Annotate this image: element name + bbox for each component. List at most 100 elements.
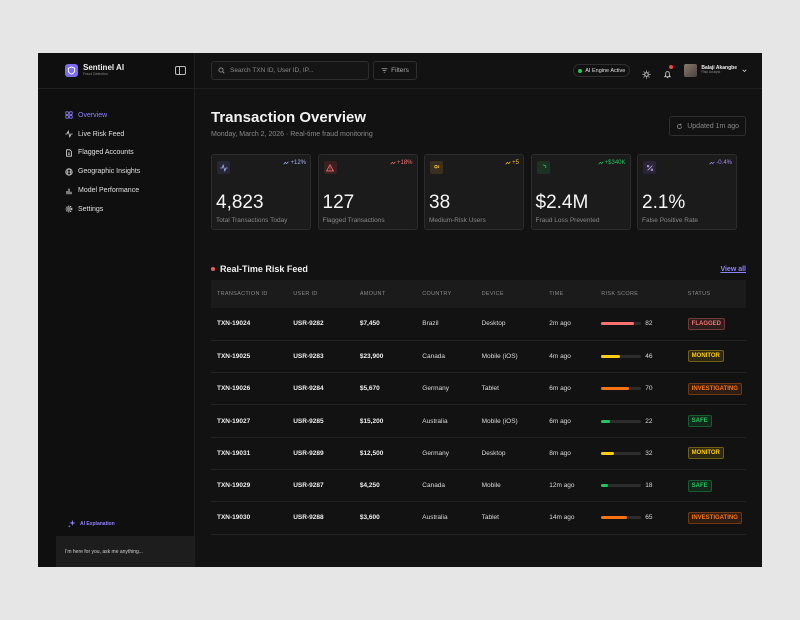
status-badge[interactable]: MONITOR — [687, 350, 724, 363]
bar-chart-icon — [66, 188, 72, 194]
ai-explanation-button[interactable]: AI Explanation — [67, 519, 115, 528]
cell-transaction-id[interactable]: TXN-19029 — [211, 469, 294, 503]
kpi-delta-value: +$340K — [604, 160, 626, 166]
cell-amount: $23,900 — [359, 340, 423, 374]
filters-button[interactable]: Filters — [373, 61, 417, 80]
chat-input[interactable]: I'm here for you, ask me anything... — [56, 536, 194, 567]
column-header[interactable]: STATUS — [687, 280, 746, 308]
cell-risk-score: 82 — [601, 308, 688, 341]
sidebar-item-label: Model Performance — [78, 187, 140, 195]
cell-device: Tablet — [481, 372, 550, 406]
column-header[interactable]: DEVICE — [481, 280, 550, 308]
kpi-icon-badge — [217, 161, 230, 174]
table-row[interactable]: TXN-19031 USR-9289 $12,500 Germany Desktop 8m… — [211, 437, 746, 470]
users-icon — [433, 164, 441, 172]
risk-score-fill — [601, 322, 635, 326]
cell-user-id[interactable]: USR-9287 — [293, 469, 360, 503]
risk-score-value: 46 — [645, 352, 653, 360]
trend-icon — [709, 161, 715, 165]
trend-icon — [505, 161, 511, 165]
column-header[interactable]: TRANSACTION ID — [211, 280, 294, 308]
sidebar-item-geographic-insights[interactable]: Geographic Insights — [65, 162, 194, 181]
table-row[interactable]: TXN-19024 USR-9282 $7,450 Brazil Desktop 2m a… — [211, 308, 746, 341]
table-row[interactable]: TXN-19026 USR-9284 $5,670 Germany Tablet 6m a… — [211, 372, 746, 406]
kpi-card[interactable]: +5 38 Medium-Risk Users — [424, 154, 524, 230]
kpi-card[interactable]: +12% 4,823 Total Transactions Today — [211, 154, 311, 230]
risk-score-value: 65 — [645, 514, 653, 522]
cell-amount: $12,500 — [359, 437, 423, 470]
table-row[interactable]: TXN-19025 USR-9283 $23,900 Canada Mobile (iO… — [211, 340, 746, 374]
kpi-card[interactable]: +$340K $2.4M Fraud Loss Prevented — [530, 154, 631, 230]
status-dot-icon — [578, 68, 583, 73]
cell-country: Australia — [422, 501, 482, 535]
cell-risk-score: 22 — [601, 404, 688, 438]
sidebar-collapse-icon[interactable] — [175, 66, 186, 75]
status-badge[interactable]: SAFE — [687, 479, 712, 492]
cell-transaction-id[interactable]: TXN-19027 — [211, 404, 294, 438]
theme-toggle-button[interactable] — [642, 66, 651, 79]
sidebar-item-label: Flagged Accounts — [78, 149, 134, 157]
sidebar-item-live-risk-feed[interactable]: Live Risk Feed — [65, 125, 194, 144]
kpi-card[interactable]: +18% 127 Flagged Transactions — [317, 154, 418, 230]
column-header[interactable]: TIME — [549, 280, 602, 308]
sidebar-item-label: Geographic Insights — [78, 168, 141, 176]
cell-transaction-id[interactable]: TXN-19026 — [211, 372, 294, 406]
table-row[interactable]: TXN-19029 USR-9287 $4,250 Canada Mobile 12m a… — [211, 469, 746, 503]
notifications-button[interactable] — [663, 65, 674, 79]
status-badge[interactable]: SAFE — [687, 415, 712, 428]
kpi-delta-value: -0.4% — [716, 160, 732, 166]
cell-transaction-id[interactable]: TXN-19025 — [211, 340, 294, 374]
risk-score-bar — [601, 419, 642, 423]
cell-risk-score: 32 — [601, 437, 688, 470]
page-subtitle: Monday, March 2, 2026 · Real-time fraud … — [211, 131, 373, 138]
column-header[interactable]: RISK SCORE — [601, 280, 688, 308]
search-input[interactable]: Search TXN ID, User ID, IP... — [211, 61, 369, 80]
chat-placeholder: I'm here for you, ask me anything... — [65, 548, 143, 555]
kpi-delta-value: +12% — [290, 160, 306, 166]
cell-transaction-id[interactable]: TXN-19031 — [211, 437, 294, 470]
column-header[interactable]: USER ID — [293, 280, 360, 308]
avatar — [684, 64, 698, 77]
column-header[interactable]: COUNTRY — [422, 280, 482, 308]
cell-user-id[interactable]: USR-9282 — [293, 308, 360, 341]
notification-dot — [669, 65, 674, 69]
kpi-value: 38 — [429, 192, 451, 213]
view-all-link[interactable]: View all — [720, 266, 746, 273]
status-badge[interactable]: INVESTIGATING — [687, 382, 742, 395]
cell-time: 14m ago — [549, 501, 602, 535]
brand-name: Sentinel AI — [83, 63, 125, 73]
brand: Sentinel AI Fraud Detection — [38, 53, 194, 89]
sidebar-item-flagged-accounts[interactable]: Flagged Accounts — [65, 144, 194, 163]
table-row[interactable]: TXN-19030 USR-9288 $3,600 Australia Tablet 14… — [211, 501, 746, 535]
status-badge[interactable]: FLAGGED — [687, 317, 725, 330]
refresh-button[interactable]: Updated 1m ago — [669, 116, 746, 136]
cell-time: 8m ago — [549, 437, 602, 470]
sidebar-item-model-performance[interactable]: Model Performance — [65, 181, 194, 200]
sidebar-item-settings[interactable]: Settings — [65, 200, 194, 219]
cell-user-id[interactable]: USR-9289 — [293, 437, 360, 470]
cell-user-id[interactable]: USR-9283 — [293, 340, 360, 374]
cell-device: Mobile — [481, 469, 550, 503]
column-header[interactable]: AMOUNT — [359, 280, 423, 308]
cell-country: Canada — [422, 340, 482, 374]
cell-status: MONITOR — [687, 340, 746, 374]
cell-user-id[interactable]: USR-9288 — [293, 501, 360, 535]
cell-user-id[interactable]: USR-9284 — [293, 372, 360, 406]
user-menu[interactable]: Balaji Akangbe Risk Analyst — [684, 64, 748, 77]
cell-transaction-id[interactable]: TXN-19024 — [211, 308, 294, 341]
kpi-icon-badge — [643, 161, 656, 174]
sidebar-item-overview[interactable]: Overview — [65, 106, 194, 125]
status-badge[interactable]: MONITOR — [687, 447, 724, 460]
kpi-card[interactable]: -0.4% 2.1% False Positive Rate — [637, 154, 737, 230]
refresh-icon — [677, 122, 683, 129]
table-row[interactable]: TXN-19027 USR-9285 $15,200 Australia Mobile … — [211, 404, 746, 438]
kpi-delta: +12% — [283, 160, 306, 166]
cell-transaction-id[interactable]: TXN-19030 — [211, 501, 294, 535]
alert-triangle-icon — [326, 163, 334, 171]
kpi-delta-value: +5 — [512, 160, 519, 166]
cell-user-id[interactable]: USR-9285 — [293, 404, 360, 438]
cell-risk-score: 70 — [601, 372, 688, 406]
risk-score-value: 32 — [645, 449, 653, 457]
status-badge[interactable]: INVESTIGATING — [687, 511, 742, 524]
kpi-icon-badge — [536, 161, 550, 174]
